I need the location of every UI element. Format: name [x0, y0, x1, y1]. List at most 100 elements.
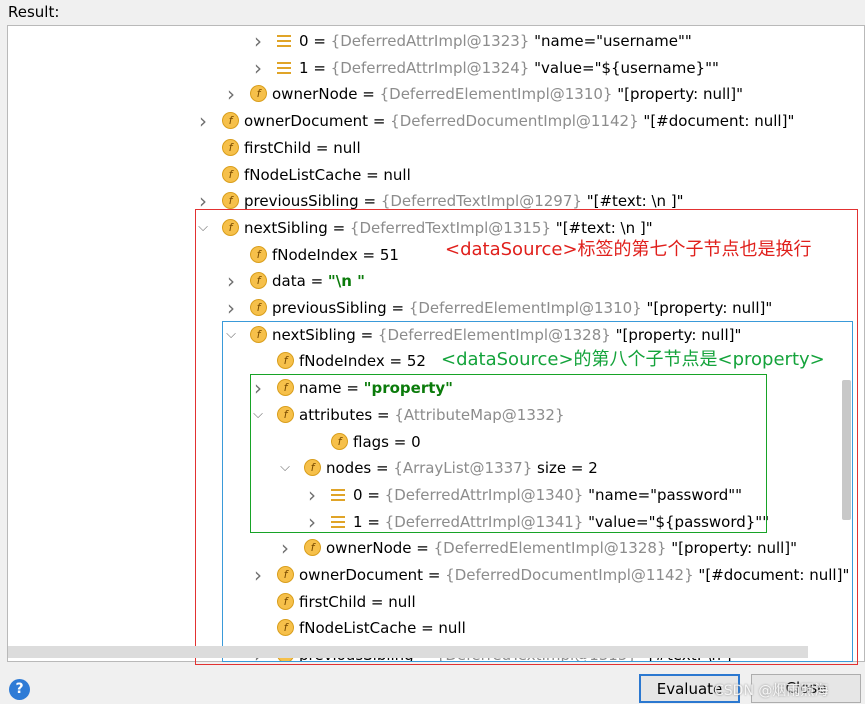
tree-row[interactable]: f firstChild = null [8, 135, 858, 161]
tree-row-text: name = "property" [299, 375, 453, 401]
equals-sign: = [368, 112, 391, 131]
expand-arrow-icon[interactable]: › [251, 562, 265, 588]
field-icon: f [222, 112, 239, 130]
field-icon: f [304, 539, 321, 557]
expand-arrow-icon[interactable]: › [305, 509, 319, 535]
tree-row[interactable]: f firstChild = null [8, 589, 858, 615]
tree-row-text: fNodeIndex = 52 [299, 348, 426, 374]
field-icon: f [304, 459, 321, 477]
help-icon[interactable]: ? [9, 679, 30, 700]
field-value: null [438, 619, 466, 638]
object-reference: {DeferredAttrImpl@1324} [330, 58, 530, 77]
field-name: firstChild [244, 138, 312, 157]
tree-row[interactable]: › f ownerNode = {DeferredElementImpl@1310}… [8, 81, 858, 107]
array-element-icon [331, 515, 345, 528]
expand-arrow-icon[interactable]: › [196, 188, 210, 214]
field-icon: f [222, 165, 239, 183]
field-name: ownerDocument [244, 112, 369, 131]
vertical-scrollbar[interactable] [842, 380, 851, 520]
expand-arrow-icon[interactable]: › [278, 535, 292, 561]
equals-sign: = [371, 459, 394, 478]
tree-row[interactable]: f flags = 0 [8, 429, 858, 455]
field-name: previousSibling [272, 299, 387, 317]
tree-row-text: firstChild = null [244, 135, 361, 161]
tree-row[interactable]: ⌵ f attributes = {AttributeMap@1332} [8, 402, 858, 428]
equals-sign: = [416, 619, 439, 638]
object-reference: {DeferredTextImpl@1297} [380, 192, 582, 211]
field-value: 52 [406, 352, 426, 371]
tree-row[interactable]: › 1 = {DeferredAttrImpl@1341} "value="${p… [8, 509, 858, 535]
tree-row[interactable]: f fNodeListCache = null [8, 162, 858, 188]
equals-sign: = [341, 379, 364, 398]
expand-arrow-icon[interactable]: › [224, 295, 238, 321]
tree-row-text: attributes = {AttributeMap@1332} [299, 402, 565, 428]
tree-row[interactable]: › 0 = {DeferredAttrImpl@1340} "name="pass… [8, 482, 858, 508]
tree-row-text: firstChild = null [299, 589, 416, 615]
tree-row[interactable]: › 0 = {DeferredAttrImpl@1323} "name="user… [8, 28, 858, 54]
tree-row[interactable]: › f previousSibling = {DeferredElementImpl… [8, 295, 858, 321]
field-value: null [388, 592, 416, 611]
field-value: size = 2 [532, 459, 598, 478]
field-value: "[property: null]" [666, 539, 798, 558]
tree-row[interactable]: › f ownerDocument = {DeferredDocumentImpl@… [8, 562, 858, 588]
tree-row[interactable]: › 1 = {DeferredAttrImpl@1324} "value="${u… [8, 55, 858, 81]
expand-arrow-icon[interactable]: › [251, 55, 265, 81]
expand-arrow-icon[interactable]: › [224, 81, 238, 107]
object-reference: {DeferredAttrImpl@1323} [330, 32, 530, 50]
field-icon: f [277, 619, 294, 637]
field-name: ownerNode [272, 85, 358, 104]
expand-arrow-icon[interactable]: › [251, 375, 265, 401]
equals-sign: = [327, 218, 350, 237]
equals-sign: = [372, 405, 395, 424]
equals-sign: = [411, 539, 434, 558]
field-value: "\n " [327, 272, 365, 291]
tree-row[interactable]: ⌵ f nextSibling = {DeferredElementImpl@132… [8, 322, 858, 348]
collapse-arrow-icon[interactable]: ⌵ [251, 402, 265, 428]
field-value: 51 [379, 245, 399, 264]
field-name: ownerDocument [299, 566, 424, 584]
field-icon: f [222, 138, 239, 156]
collapse-arrow-icon[interactable]: ⌵ [224, 322, 238, 348]
equals-sign: = [357, 85, 380, 104]
field-icon: f [331, 432, 348, 450]
tree-row[interactable]: › f data = "\n " [8, 268, 858, 294]
field-value: null [383, 165, 411, 184]
equals-sign: = [357, 245, 380, 264]
field-value: "value="${username}"" [529, 58, 719, 77]
equals-sign: = [366, 592, 389, 611]
tree-row-text: fNodeIndex = 51 [272, 242, 399, 268]
field-name: fNodeListCache [244, 165, 362, 184]
expand-arrow-icon[interactable]: › [251, 28, 265, 54]
expand-arrow-icon[interactable]: › [305, 482, 319, 508]
collapse-arrow-icon[interactable]: ⌵ [278, 455, 292, 481]
field-value: "property" [363, 379, 453, 398]
tree-row[interactable]: f fNodeListCache = null [8, 615, 858, 641]
field-name: 0 [353, 485, 363, 504]
horizontal-scrollbar[interactable] [8, 646, 808, 658]
field-value: "name="username"" [529, 32, 692, 50]
result-tree-panel[interactable]: › 0 = {DeferredAttrImpl@1323} "name="user… [7, 25, 865, 662]
field-name: nextSibling [272, 325, 356, 344]
tree-row[interactable]: ⌵ f nodes = {ArrayList@1337} size = 2 [8, 455, 858, 481]
field-value: "[#text: \n ]" [581, 192, 684, 211]
field-value: "[property: null]" [610, 325, 742, 344]
field-name: 1 [353, 512, 363, 531]
tree-row[interactable]: › f ownerNode = {DeferredElementImpl@1328}… [8, 535, 858, 561]
collapse-arrow-icon[interactable]: ⌵ [196, 215, 210, 241]
expand-arrow-icon[interactable]: › [196, 108, 210, 134]
field-name: nodes [326, 459, 372, 478]
field-icon: f [222, 218, 239, 236]
equals-sign: = [358, 192, 381, 211]
object-reference: {DeferredElementImpl@1328} [377, 325, 611, 344]
tree-row-text: ownerNode = {DeferredElementImpl@1310} "… [272, 81, 743, 107]
array-element-icon [277, 35, 291, 47]
field-icon: f [277, 405, 294, 423]
equals-sign: = [423, 566, 446, 584]
tree-row-text: nextSibling = {DeferredElementImpl@1328}… [272, 322, 741, 348]
tree-row[interactable]: › f name = "property" [8, 375, 858, 401]
object-reference: {AttributeMap@1332} [394, 405, 565, 424]
field-icon: f [277, 352, 294, 370]
expand-arrow-icon[interactable]: › [224, 268, 238, 294]
tree-row[interactable]: › f ownerDocument = {DeferredDocumentImpl@… [8, 108, 858, 134]
tree-row[interactable]: › f previousSibling = {DeferredTextImpl@12… [8, 188, 858, 214]
